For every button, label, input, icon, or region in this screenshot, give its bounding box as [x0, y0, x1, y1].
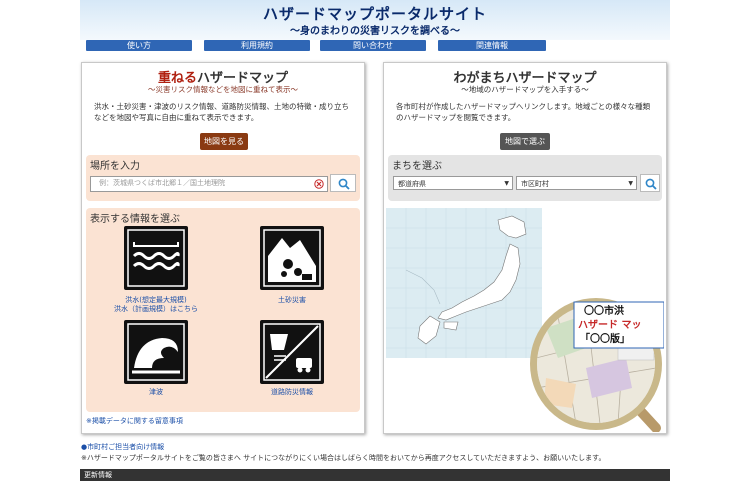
town-search-button[interactable]: [640, 174, 660, 192]
magnifier-text-3: 「〇〇版」: [580, 332, 630, 345]
access-notice: ※ハザードマップポータルサイトをご覧の皆さまへ サイトにつながりにくい場合はしば…: [81, 454, 606, 462]
road-disaster-tile[interactable]: [260, 320, 324, 384]
town-select-section: まちを選ぶ 都道府県 ▼ 市区町村 ▼: [388, 155, 662, 201]
top-navigation: 使い方 利用規約 問い合わせ 関連情報: [86, 40, 546, 51]
panel-description-right: 各市町村が作成したハザードマップへリンクします。地域ごとの様々な種類のハザードマ…: [396, 102, 651, 122]
updates-header: 更新情報: [80, 469, 670, 481]
search-placeholder: 例：茨城県つくば市北郷１／国土地理院: [99, 179, 225, 187]
tsunami-link[interactable]: 津波: [124, 388, 188, 397]
prefecture-select-value: 都道府県: [398, 180, 426, 188]
chevron-down-icon: ▼: [628, 180, 633, 187]
prefecture-select[interactable]: 都道府県 ▼: [393, 176, 513, 190]
flood-link[interactable]: 洪水(想定最大規模) 洪水（計画規模）はこちら: [108, 296, 204, 314]
flood-icon: [127, 229, 185, 287]
view-map-button[interactable]: 地図を見る: [200, 133, 248, 150]
search-button[interactable]: [330, 174, 356, 192]
data-notice-link[interactable]: ※掲載データに関する留意事項: [86, 416, 183, 426]
city-select-value: 市区町村: [521, 180, 549, 188]
search-icon: [645, 178, 657, 190]
location-section: 場所を入力 例：茨城県つくば市北郷１／国土地理院: [86, 155, 360, 201]
address-search-input[interactable]: 例：茨城県つくば市北郷１／国土地理院: [90, 176, 328, 192]
city-select[interactable]: 市区町村 ▼: [516, 176, 637, 190]
panel-subtitle: 〜災害リスク情報などを地図に重ねて表示〜: [148, 85, 298, 94]
chevron-down-icon: ▼: [504, 180, 509, 187]
tsunami-icon: [127, 323, 185, 381]
site-title: ハザードマップポータルサイト: [262, 5, 487, 23]
site-header: ハザードマップポータルサイト 〜身のまわりの災害リスクを調べる〜: [80, 0, 670, 40]
panel-description: 洪水・土砂災害・津波のリスク情報、道路防災情報、土地の特徴・成り立ちなどを地図や…: [94, 102, 349, 122]
nav-usage-button[interactable]: 使い方: [86, 40, 192, 51]
magnifier-text-2: ハザード マッ: [578, 319, 641, 331]
road-disaster-icon: [263, 323, 321, 381]
flood-tile[interactable]: [124, 226, 188, 290]
landslide-tile[interactable]: [260, 226, 324, 290]
info-heading: 表示する情報を選ぶ: [90, 214, 180, 225]
landslide-icon: [263, 229, 321, 287]
site-subtitle: 〜身のまわりの災害リスクを調べる〜: [290, 26, 460, 37]
nav-related-button[interactable]: 関連情報: [438, 40, 546, 51]
location-heading: 場所を入力: [90, 161, 140, 172]
panel-subtitle-right: 〜地域のハザードマップを入手する〜: [461, 85, 589, 94]
clear-icon[interactable]: [314, 179, 324, 189]
magnifier-text-1: 〇〇市洪: [584, 304, 624, 317]
japan-map-image[interactable]: 〇〇市洪 ハザード マッ 「〇〇版」: [386, 208, 664, 432]
nav-terms-button[interactable]: 利用規約: [204, 40, 310, 51]
road-disaster-link[interactable]: 道路防災情報: [252, 388, 332, 397]
local-hazard-map-panel: わがまちハザードマップ 〜地域のハザードマップを入手する〜 各市町村が作成したハ…: [383, 62, 667, 434]
municipal-info-link[interactable]: ●市町村ご担当者向け情報: [81, 442, 164, 452]
landslide-link[interactable]: 土砂災害: [260, 296, 324, 305]
town-heading: まちを選ぶ: [392, 161, 442, 172]
tsunami-tile[interactable]: [124, 320, 188, 384]
search-icon: [338, 178, 350, 190]
overlay-hazard-map-panel: 重ねるハザードマップ 〜災害リスク情報などを地図に重ねて表示〜 洪水・土砂災害・…: [81, 62, 365, 434]
select-on-map-button[interactable]: 地図で選ぶ: [500, 133, 550, 150]
info-select-section: 表示する情報を選ぶ 洪水(想定最大規模) 洪水（計画規模）はこちら 土砂災害 津…: [86, 208, 360, 412]
nav-contact-button[interactable]: 問い合わせ: [320, 40, 426, 51]
